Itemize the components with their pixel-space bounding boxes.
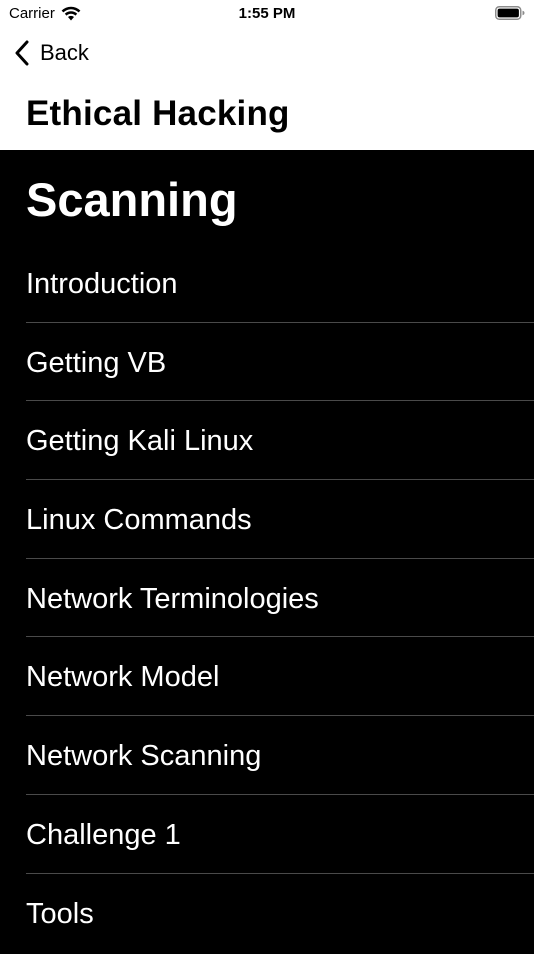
list-item-label: Getting VB <box>26 325 166 401</box>
divider <box>26 636 534 637</box>
battery-icon <box>495 6 525 20</box>
divider <box>26 322 534 323</box>
list-item-label: Linux Commands <box>26 482 252 558</box>
divider <box>26 873 534 874</box>
list-item-network-model[interactable]: Network Model <box>0 639 534 718</box>
list-item-network-terminologies[interactable]: Network Terminologies <box>0 561 534 640</box>
page-title: Ethical Hacking <box>26 94 290 134</box>
navigation-bar: Back <box>0 28 534 80</box>
list-item-challenge-1[interactable]: Challenge 1 <box>0 797 534 876</box>
list-item-linux-commands[interactable]: Linux Commands <box>0 482 534 561</box>
list-item-getting-kali-linux[interactable]: Getting Kali Linux <box>0 403 534 482</box>
list-item-label: Challenge 1 <box>26 797 181 873</box>
topic-list: Introduction Getting VB Getting Kali Lin… <box>0 246 534 954</box>
status-time: 1:55 PM <box>0 5 534 22</box>
section-title: Scanning <box>26 172 238 227</box>
list-item-label: Tools <box>26 876 94 952</box>
divider <box>26 715 534 716</box>
list-item-label: Network Scanning <box>26 718 261 794</box>
list-item-label: Network Model <box>26 639 219 715</box>
list-item-getting-vb[interactable]: Getting VB <box>0 325 534 404</box>
list-item-introduction[interactable]: Introduction <box>0 246 534 325</box>
status-bar: Carrier 1:55 PM <box>0 0 534 28</box>
content-area: Scanning Introduction Getting VB Getting… <box>0 150 534 950</box>
list-item-network-scanning[interactable]: Network Scanning <box>0 718 534 797</box>
list-item-label: Network Terminologies <box>26 561 319 637</box>
divider <box>26 400 534 401</box>
back-label: Back <box>40 40 89 66</box>
list-item-label: Getting Kali Linux <box>26 403 253 479</box>
back-button[interactable]: Back <box>14 40 89 66</box>
header-area: Carrier 1:55 PM <box>0 0 534 150</box>
divider <box>26 558 534 559</box>
chevron-left-icon <box>14 40 30 66</box>
list-item-label: Introduction <box>26 246 178 322</box>
divider <box>26 479 534 480</box>
divider <box>26 794 534 795</box>
list-item-tools[interactable]: Tools <box>0 876 534 954</box>
